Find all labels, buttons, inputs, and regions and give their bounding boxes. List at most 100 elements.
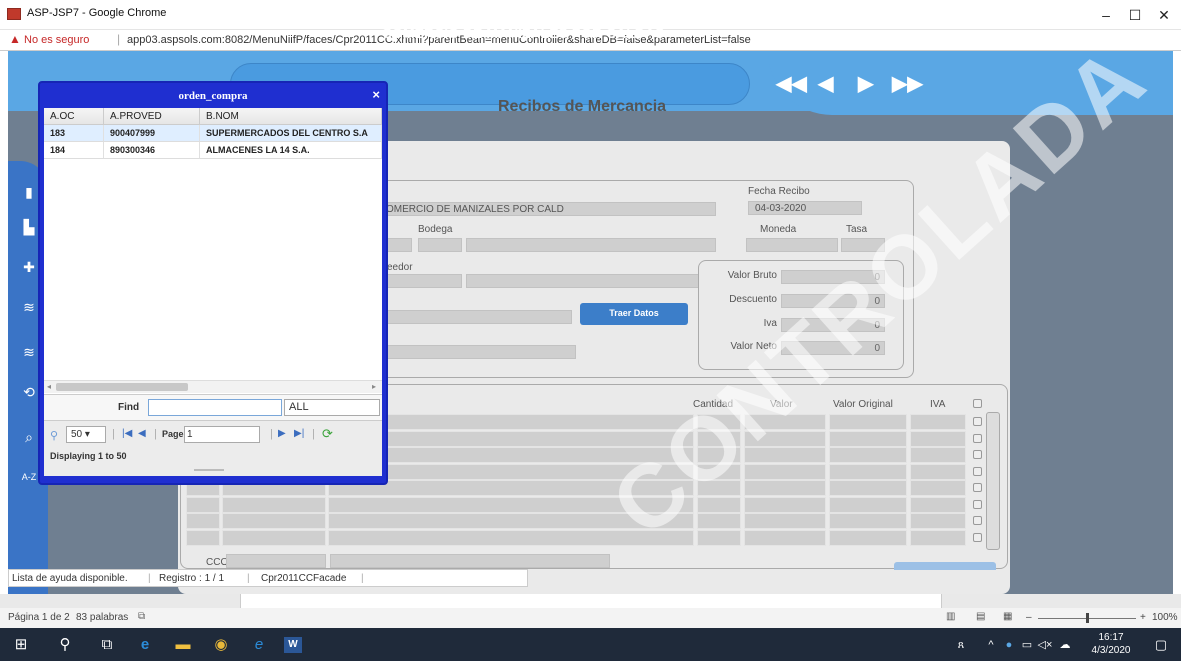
refresh-icon[interactable]: ⟳	[322, 426, 333, 442]
clock-time[interactable]: 16:17	[1094, 632, 1128, 643]
last-page-icon[interactable]: ▶|	[294, 428, 304, 439]
grid-cell[interactable]	[829, 447, 907, 463]
bodega-name-field[interactable]	[466, 238, 716, 252]
row-checkbox[interactable]	[973, 483, 982, 492]
col-header-aproved[interactable]: A.PROVED	[104, 108, 200, 125]
internet-explorer-icon[interactable]: e	[248, 634, 270, 656]
search-list-icon[interactable]: ⌕	[18, 426, 40, 448]
grid-cell[interactable]	[829, 463, 907, 480]
grid-cell[interactable]	[697, 529, 741, 546]
grid-cell[interactable]	[222, 529, 326, 546]
grid-cell[interactable]	[829, 513, 907, 529]
page-count[interactable]: Página 1 de 2	[8, 612, 70, 623]
scroll-left-icon[interactable]: ◂	[47, 382, 51, 391]
grid-scrollbar[interactable]	[986, 412, 1000, 550]
dialog-close-icon[interactable]: ×	[372, 87, 380, 102]
database-icon[interactable]: ≋	[18, 296, 40, 318]
chrome-icon[interactable]: ◉	[210, 634, 232, 656]
grid-cell[interactable]	[910, 513, 966, 529]
clock-date[interactable]: 4/3/2020	[1082, 645, 1140, 656]
find-scope-select[interactable]: ALL	[284, 399, 380, 416]
refresh-icon[interactable]: ⟲	[18, 381, 40, 403]
fecha-field[interactable]: 04-03-2020	[748, 201, 862, 215]
zoom-in-icon[interactable]: +	[1140, 612, 1146, 623]
first-record-icon[interactable]: ◀◀	[776, 71, 807, 96]
page-size-select[interactable]: 50 ▾	[66, 426, 106, 443]
scroll-right-icon[interactable]: ▸	[372, 382, 376, 391]
menu-icon-3[interactable]: ✚	[18, 256, 40, 278]
zoom-level[interactable]: 100%	[1152, 612, 1178, 623]
grid-cell[interactable]	[910, 414, 966, 430]
database-icon-2[interactable]: ≋	[18, 341, 40, 363]
row-checkbox[interactable]	[973, 532, 982, 542]
bottom-button[interactable]	[894, 562, 996, 570]
row-checkbox[interactable]	[973, 433, 982, 443]
grid-cell[interactable]	[222, 496, 326, 513]
word-icon[interactable]: W	[284, 637, 302, 653]
grid-cell[interactable]	[910, 496, 966, 513]
grid-cell[interactable]	[910, 447, 966, 463]
start-icon[interactable]: ⊞	[10, 634, 32, 656]
people-icon[interactable]: ጸ	[950, 634, 972, 656]
grid-cell[interactable]	[829, 430, 907, 447]
col-header-aoc[interactable]: A.OC	[44, 108, 104, 125]
read-mode-icon[interactable]: ▥	[946, 611, 955, 622]
grid-cell[interactable]	[186, 513, 220, 529]
task-view-icon[interactable]: ⧉	[96, 634, 118, 656]
ccos-field[interactable]	[226, 554, 326, 568]
volume-icon[interactable]: ◁×	[1034, 634, 1056, 656]
onedrive-icon[interactable]: ☁	[1054, 634, 1076, 656]
search-icon[interactable]: ⚲	[50, 429, 58, 442]
first-page-icon[interactable]: |◀	[122, 428, 132, 439]
grid-cell[interactable]	[829, 414, 907, 430]
grid-cell[interactable]	[186, 496, 220, 513]
page-input[interactable]: 1	[184, 426, 260, 443]
prev-page-icon[interactable]: ◀	[138, 428, 146, 439]
web-layout-icon[interactable]: ▦	[1003, 611, 1012, 622]
next-page-icon[interactable]: ▶	[278, 428, 286, 439]
row-checkbox[interactable]	[973, 499, 982, 509]
proofing-icon[interactable]: ⧉	[138, 611, 145, 622]
az-sort-icon[interactable]: A-Z	[18, 466, 40, 488]
company-field[interactable]: OMERCIO DE MANIZALES POR CALD	[382, 202, 716, 216]
last-record-icon[interactable]: ▶▶	[892, 71, 923, 96]
grid-cell[interactable]	[744, 496, 826, 513]
file-explorer-icon[interactable]: ▬	[172, 634, 194, 656]
menu-icon-1[interactable]: ▮	[18, 181, 40, 203]
grid-cell[interactable]	[910, 430, 966, 447]
table-row[interactable]: 183 900407999 SUPERMERCADOS DEL CENTRO S…	[44, 125, 382, 142]
field-c[interactable]	[382, 345, 576, 359]
find-input[interactable]	[148, 399, 282, 416]
moneda-field[interactable]	[746, 238, 838, 252]
select-all-checkbox[interactable]	[973, 399, 982, 408]
grid-cell[interactable]	[829, 480, 907, 496]
menu-icon-2[interactable]: ▙	[18, 216, 40, 238]
grid-cell[interactable]	[829, 529, 907, 546]
grid-cell[interactable]	[744, 480, 826, 496]
previous-record-icon[interactable]: ◀	[818, 71, 833, 96]
grid-cell[interactable]	[910, 463, 966, 480]
edge-icon[interactable]: e	[134, 634, 156, 656]
zoom-thumb[interactable]	[1086, 613, 1089, 623]
ccos-name-field[interactable]	[330, 554, 610, 568]
row-checkbox[interactable]	[973, 466, 982, 476]
print-layout-icon[interactable]: ▤	[976, 611, 985, 622]
grid-cell[interactable]	[910, 480, 966, 496]
row-checkbox[interactable]	[973, 450, 982, 459]
proveedor-code-field[interactable]	[382, 274, 462, 288]
traer-datos-button[interactable]: Traer Datos	[580, 303, 688, 325]
next-record-icon[interactable]: ▶	[858, 71, 873, 96]
grid-cell[interactable]	[744, 513, 826, 529]
bodega-code-field[interactable]	[418, 238, 462, 252]
notifications-icon[interactable]: ▢	[1150, 634, 1172, 656]
grid-cell[interactable]	[910, 529, 966, 546]
grid-cell[interactable]	[186, 529, 220, 546]
scroll-thumb[interactable]	[56, 383, 188, 391]
col-header-bnom[interactable]: B.NOM	[200, 108, 382, 125]
field-b[interactable]	[382, 310, 572, 324]
close-button[interactable]: ✕	[1146, 2, 1181, 28]
proveedor-name-field[interactable]	[466, 274, 702, 288]
row-checkbox[interactable]	[973, 516, 982, 525]
table-row[interactable]: 184 890300346 ALMACENES LA 14 S.A.	[44, 142, 382, 159]
row-checkbox[interactable]	[973, 417, 982, 426]
